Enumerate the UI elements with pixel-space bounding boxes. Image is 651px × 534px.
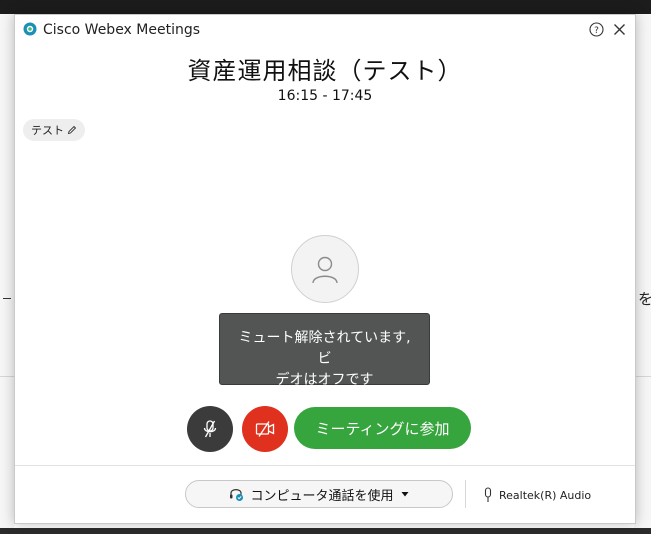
avatar: [291, 235, 359, 303]
meeting-tag-chip[interactable]: テスト: [23, 119, 85, 141]
microphone-muted-icon: [203, 420, 217, 438]
background-dash: [3, 298, 11, 299]
meeting-preview-dialog: Cisco Webex Meetings ? 資産運用相談（テスト） 16:15…: [14, 14, 636, 524]
webex-logo-icon: [23, 22, 37, 36]
tag-label: テスト: [31, 124, 64, 137]
background-edge-text: を: [638, 290, 651, 308]
svg-text:?: ?: [594, 26, 599, 36]
person-icon: [312, 256, 338, 284]
meeting-title: 資産運用相談（テスト）: [187, 57, 463, 85]
video-off-icon: [255, 421, 275, 437]
close-icon[interactable]: [612, 22, 627, 37]
mute-toggle-button[interactable]: [187, 406, 233, 452]
join-meeting-button[interactable]: ミーティングに参加: [294, 407, 471, 449]
speaker-device-selector[interactable]: Realtek(R) Audio: [483, 487, 591, 503]
speaker-device-label: Realtek(R) Audio: [499, 488, 592, 502]
footer-separator: [465, 480, 466, 508]
tooltip-line-2: デオはオフです: [275, 372, 374, 388]
footer-divider: [15, 465, 635, 466]
background-left-strip: [0, 14, 14, 534]
help-icon[interactable]: ?: [589, 22, 604, 37]
background-right-strip: [634, 14, 651, 534]
microphone-icon: [484, 487, 492, 502]
background-top-bar: [0, 0, 651, 14]
chevron-down-icon: [401, 492, 408, 497]
app-title: Cisco Webex Meetings: [43, 22, 201, 38]
audio-connection-dropdown[interactable]: コンピュータ通話を使用: [185, 480, 453, 508]
title-bar: Cisco Webex Meetings ?: [15, 15, 635, 47]
video-toggle-button[interactable]: [242, 406, 288, 452]
meeting-time: 16:15 - 17:45: [277, 88, 373, 104]
pencil-icon: [67, 125, 77, 135]
audio-option-label: コンピュータ通話を使用: [250, 488, 394, 504]
headset-icon: [230, 489, 244, 501]
background-bottom-bar: [0, 528, 651, 534]
tooltip-line-1: ミュート解除されています, ビ: [238, 330, 411, 367]
status-tooltip: ミュート解除されています, ビ デオはオフです: [219, 313, 430, 388]
